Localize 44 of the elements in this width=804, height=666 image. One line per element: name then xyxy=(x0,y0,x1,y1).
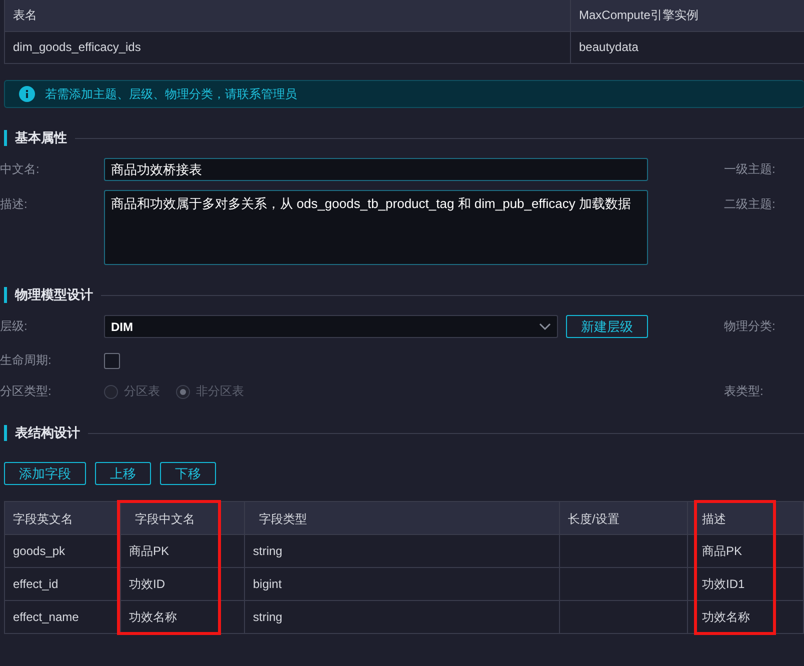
table-cell: goods_pk xyxy=(5,535,121,568)
column-header: 字段英文名 xyxy=(5,501,121,535)
level-dropdown[interactable]: DIM xyxy=(104,315,558,338)
notice-text: 若需添加主题、层级、物理分类，请联系管理员 xyxy=(45,86,297,102)
table-cell: 商品PK xyxy=(688,535,804,568)
table-cell: string xyxy=(245,601,560,634)
table-cell: effect_id xyxy=(5,568,121,601)
toolbar-button[interactable]: 下移 xyxy=(160,462,216,485)
table-cell: 商品PK xyxy=(121,535,245,568)
column-header: MaxCompute引擎实例 xyxy=(571,0,804,32)
accent-bar xyxy=(4,425,7,441)
field-label: 描述: xyxy=(0,196,28,213)
field-label: 分区类型: xyxy=(0,383,52,400)
section-title: 物理模型设计 xyxy=(15,286,93,304)
field-label: 表类型: xyxy=(724,383,764,400)
field-label: 生命周期: xyxy=(0,352,52,369)
field-label: 中文名: xyxy=(0,161,40,178)
field-label: 一级主题: xyxy=(724,161,776,178)
caret-icon xyxy=(539,322,551,330)
section-title: 表结构设计 xyxy=(15,424,80,442)
column-header: 字段中文名 xyxy=(121,501,245,535)
name-input[interactable]: 商品功效桥接表 xyxy=(104,158,648,181)
table-cell: 功效名称 xyxy=(688,601,804,634)
table-cell: string xyxy=(245,535,560,568)
table-cell: 功效ID1 xyxy=(688,568,804,601)
table-cell: 功效ID xyxy=(121,568,245,601)
info-icon xyxy=(19,86,35,102)
table-cell: effect_name xyxy=(5,601,121,634)
column-header: 表名 xyxy=(5,0,571,32)
column-header: 描述 xyxy=(688,501,804,535)
field-label: 层级: xyxy=(0,318,28,335)
column-header: 长度/设置 xyxy=(560,501,688,535)
accent-bar xyxy=(4,130,7,146)
accent-bar xyxy=(4,287,7,303)
description-field[interactable]: 商品和功效属于多对多关系，从 ods_goods_tb_product_tag 和 dim_pub_efficacy 加载数据 xyxy=(104,190,648,265)
column-header: 字段类型 xyxy=(245,501,560,535)
lifecycle-checkbox[interactable] xyxy=(104,352,120,368)
table-cell: bigint xyxy=(245,568,560,601)
toolbar-button[interactable]: 添加字段 xyxy=(4,462,86,485)
field-label: 二级主题: xyxy=(724,196,776,213)
new-level-button[interactable]: 新建层级 xyxy=(566,315,648,338)
field-label: 物理分类: xyxy=(724,318,776,335)
section-title: 基本属性 xyxy=(15,129,67,147)
toolbar-button[interactable]: 上移 xyxy=(95,462,151,485)
